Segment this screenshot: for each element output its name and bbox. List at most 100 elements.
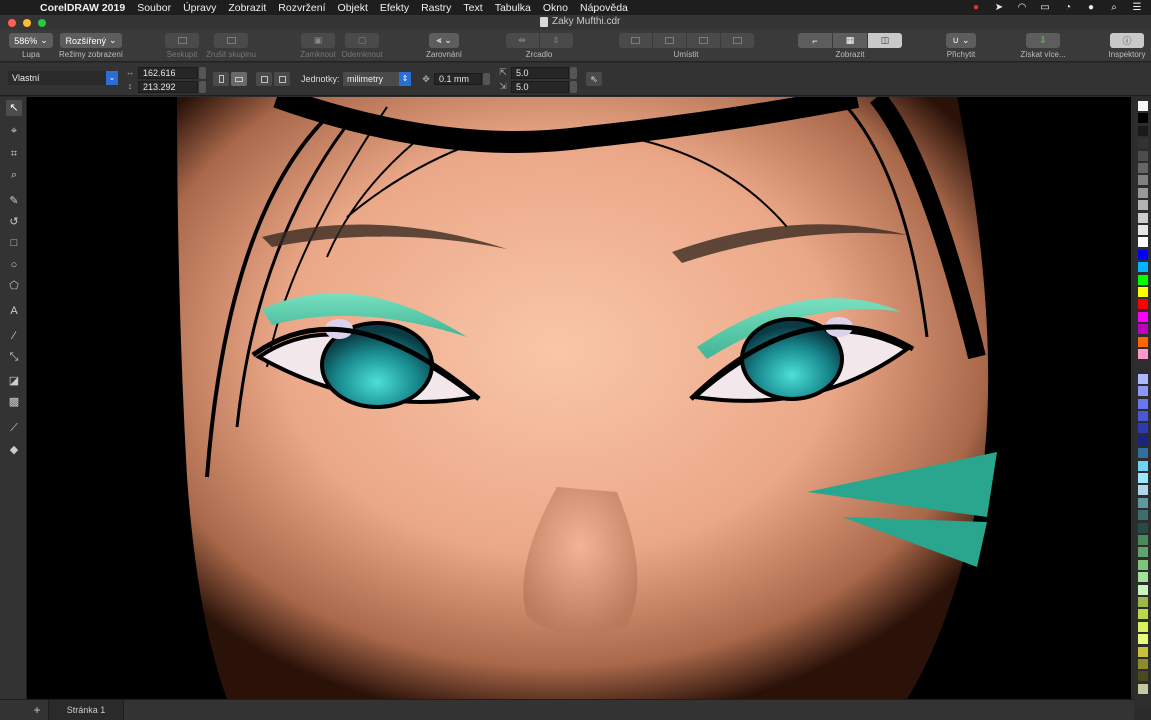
palette-swatch[interactable] (1138, 584, 1148, 595)
palette-swatch[interactable] (1138, 187, 1148, 198)
palette-swatch[interactable] (1138, 572, 1148, 583)
page-width-stepper[interactable] (199, 67, 206, 79)
palette-swatch[interactable] (1138, 522, 1148, 533)
palette-swatch[interactable] (1138, 125, 1148, 136)
palette-swatch[interactable] (1138, 249, 1148, 260)
portrait-button[interactable] (213, 72, 229, 86)
menu-tabulka[interactable]: Tabulka (495, 2, 531, 14)
palette-swatch[interactable] (1138, 423, 1148, 434)
current-page-button[interactable] (274, 72, 290, 86)
forward-one-button[interactable] (652, 33, 686, 48)
palette-swatch[interactable] (1138, 274, 1148, 285)
nudge-distance-stepper[interactable] (483, 73, 490, 85)
palette-swatch[interactable] (1138, 311, 1148, 322)
palette-swatch[interactable] (1138, 113, 1148, 124)
mirror-vertical-button[interactable]: ⇳ (539, 33, 573, 48)
palette-swatch[interactable] (1138, 163, 1148, 173)
duplicate-x-input[interactable]: 5.0 (511, 67, 569, 79)
transparency-tool-icon[interactable]: ▩ (6, 394, 22, 410)
palette-swatch[interactable] (1138, 287, 1148, 297)
all-pages-button[interactable] (256, 72, 272, 86)
palette-swatch[interactable] (1138, 411, 1148, 421)
parallel-dimension-tool-icon[interactable]: ∕ (6, 328, 22, 344)
landscape-button[interactable] (231, 72, 247, 86)
duplicate-x-stepper[interactable] (570, 67, 577, 79)
drawing-canvas[interactable] (27, 97, 1131, 699)
view-guidelines-button[interactable]: ◫ (868, 33, 902, 48)
unlock-button[interactable]: ▢ (345, 33, 379, 48)
user-icon[interactable]: ● (1085, 2, 1097, 13)
palette-swatch[interactable] (1138, 138, 1148, 149)
palette-swatch[interactable] (1138, 510, 1148, 521)
menu-efekty[interactable]: Efekty (380, 2, 409, 14)
pick-tool-icon[interactable]: ↖ (6, 100, 22, 116)
ellipse-tool-icon[interactable]: ○ (6, 257, 22, 273)
palette-swatch[interactable] (1138, 398, 1148, 409)
palette-swatch[interactable] (1138, 150, 1148, 161)
palette-swatch[interactable] (1138, 473, 1148, 483)
align-dropdown[interactable]: ⫷ ⌄ (429, 33, 459, 48)
palette-swatch[interactable] (1138, 336, 1148, 347)
palette-swatch[interactable] (1138, 485, 1148, 496)
interactive-fill-tool-icon[interactable]: ◆ (6, 442, 22, 458)
zoom-window-button[interactable] (38, 19, 46, 27)
palette-swatch[interactable] (1138, 559, 1148, 570)
palette-swatch[interactable] (1138, 460, 1148, 471)
to-back-button[interactable] (720, 33, 754, 48)
palette-swatch[interactable] (1138, 671, 1148, 682)
palette-swatch[interactable] (1138, 349, 1148, 359)
palette-swatch[interactable] (1138, 535, 1148, 545)
eyedropper-tool-icon[interactable]: ⟋ (6, 420, 22, 436)
view-rulers-button[interactable]: ⌐ (798, 33, 832, 48)
menu-soubor[interactable]: Soubor (137, 2, 171, 14)
palette-swatch[interactable] (1138, 225, 1148, 235)
palette-swatch[interactable] (1138, 101, 1148, 111)
palette-swatch[interactable] (1138, 299, 1148, 310)
spotlight-icon[interactable]: ⌕ (1108, 2, 1120, 13)
status-record-icon[interactable]: ● (970, 2, 982, 13)
inspectors-button[interactable]: ⓘ (1110, 33, 1144, 48)
close-window-button[interactable] (8, 19, 16, 27)
nudge-distance-input[interactable]: 0.1 mm (434, 73, 482, 85)
app-menu[interactable]: CorelDRAW 2019 (40, 2, 125, 14)
drop-shadow-tool-icon[interactable]: ◪ (6, 373, 22, 389)
menu-zobrazit[interactable]: Zobrazit (228, 2, 266, 14)
palette-swatch[interactable] (1138, 200, 1148, 211)
palette-swatch[interactable] (1138, 435, 1148, 446)
text-tool-icon[interactable]: A (6, 303, 22, 319)
lock-button[interactable]: ▣ (301, 33, 335, 48)
menu-upravy[interactable]: Úpravy (183, 2, 216, 14)
page-preset-select[interactable]: Vlastní ⌄ (8, 71, 118, 85)
menu-okno[interactable]: Okno (543, 2, 568, 14)
palette-swatch[interactable] (1138, 448, 1148, 459)
rectangle-tool-icon[interactable]: □ (6, 235, 22, 251)
menu-napoveda[interactable]: Nápověda (580, 2, 628, 14)
palette-swatch[interactable] (1138, 609, 1148, 620)
polygon-tool-icon[interactable]: ⬠ (6, 278, 22, 294)
menu-rozvrzeni[interactable]: Rozvržení (278, 2, 325, 14)
menu-objekt[interactable]: Objekt (338, 2, 368, 14)
location-icon[interactable]: ➤ (993, 2, 1005, 13)
page-height-input[interactable]: 213.292 (138, 81, 198, 93)
palette-swatch[interactable] (1138, 634, 1148, 645)
crop-tool-icon[interactable]: ⌗ (6, 146, 22, 162)
artistic-media-tool-icon[interactable]: ↺ (6, 214, 22, 230)
freehand-tool-icon[interactable]: ✎ (6, 193, 22, 209)
connector-tool-icon[interactable]: ⤡ (6, 349, 22, 365)
view-grid-button[interactable]: ▦ (833, 33, 867, 48)
mirror-horizontal-button[interactable]: ⇹ (505, 33, 539, 48)
back-one-button[interactable] (686, 33, 720, 48)
get-more-button[interactable]: ⇩ (1026, 33, 1060, 48)
page-width-input[interactable]: 162.616 (138, 67, 198, 79)
page-tab[interactable]: Stránka 1 (48, 700, 124, 720)
palette-swatch[interactable] (1138, 373, 1148, 384)
menu-rastry[interactable]: Rastry (421, 2, 451, 14)
units-select[interactable]: milimetry ⇕ (343, 72, 411, 86)
palette-swatch[interactable] (1138, 497, 1148, 508)
palette-swatch[interactable] (1138, 175, 1148, 186)
group-button[interactable] (165, 33, 199, 48)
snap-dropdown[interactable]: ∪ ⌄ (946, 33, 976, 48)
clock-icon[interactable]: ◔ (1062, 2, 1074, 13)
palette-swatch[interactable] (1138, 683, 1148, 694)
palette-swatch[interactable] (1138, 361, 1148, 372)
